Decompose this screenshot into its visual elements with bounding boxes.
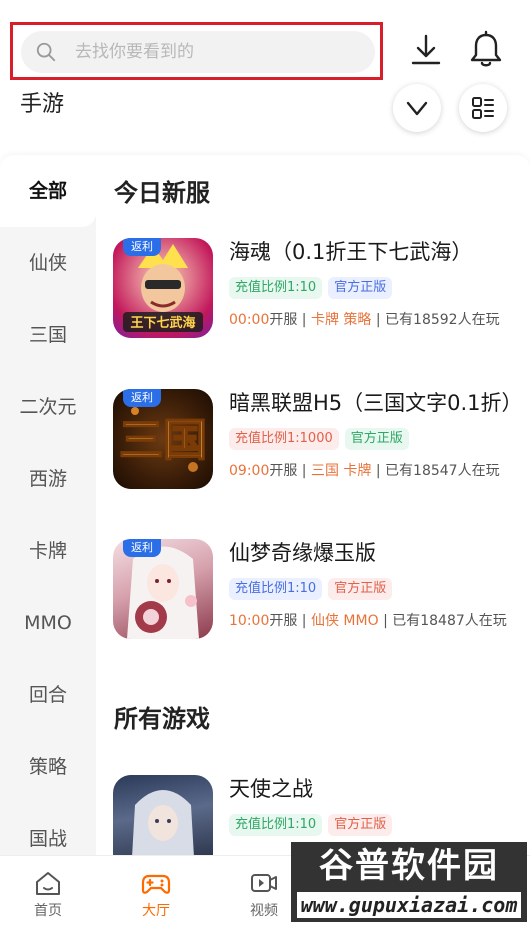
- open-time: 10:00: [229, 613, 270, 629]
- recharge-ratio-tag: 充值比例1:1000: [229, 428, 339, 450]
- game-thumbnail: [113, 775, 213, 855]
- open-suffix: 开服 |: [269, 463, 311, 479]
- recharge-ratio-tag: 充值比例1:10: [229, 277, 323, 299]
- open-suffix: 开服 |: [269, 613, 311, 629]
- main-panel: 全部 仙侠 三国 二次元 西游 卡牌 MMO 回合 策略 国战 今日新服 王下七…: [0, 155, 530, 855]
- game-genres: 三国 卡牌: [310, 463, 372, 479]
- game-genres: 卡牌 策略: [310, 312, 372, 328]
- open-time: 09:00: [229, 463, 270, 479]
- game-tags: 充值比例1:1000 官方正版: [229, 427, 415, 450]
- game-name: 天使之战: [229, 777, 313, 801]
- download-icon[interactable]: [408, 32, 444, 68]
- search-icon: [36, 42, 56, 62]
- nav-video-label: 视频: [250, 903, 278, 919]
- nav-home-label: 首页: [34, 903, 62, 919]
- search-highlight-box: 去找你要看到的: [10, 22, 383, 80]
- home-icon: [36, 872, 60, 895]
- game-content: 今日新服 王下七武海 返利 海魂（0.1折王下七武海） 充值比例1:10 官方正版: [96, 155, 530, 855]
- search-input[interactable]: 去找你要看到的: [21, 31, 375, 73]
- official-tag: 官方正版: [328, 277, 393, 299]
- game-card[interactable]: 王下七武海 返利 海魂（0.1折王下七武海） 充值比例1:10 官方正版 00:0…: [113, 238, 530, 342]
- recharge-ratio-tag: 充值比例1:10: [229, 814, 323, 836]
- sidebar-item-xiyou[interactable]: 西游: [0, 443, 96, 515]
- recharge-ratio-tag: 充值比例1:10: [229, 578, 323, 600]
- sidebar-item-all[interactable]: 全部: [0, 155, 96, 227]
- game-name: 暗黑联盟H5（三国文字0.1折）: [229, 391, 523, 415]
- sidebar-item-strategy[interactable]: 策略: [0, 731, 96, 803]
- gamepad-icon: [141, 874, 171, 894]
- player-count: | 已有18547人在玩: [371, 463, 500, 479]
- game-name: 仙梦奇缘爆玉版: [229, 541, 376, 565]
- list-grid-icon: [472, 97, 494, 119]
- svg-text:三国: 三国: [119, 415, 207, 466]
- game-meta: 09:00开服 | 三国 卡牌 | 已有18547人在玩: [229, 461, 500, 481]
- nav-video[interactable]: 视频: [234, 864, 294, 920]
- rebate-badge: 返利: [123, 238, 161, 256]
- watermark: 谷普软件园 www.gupuxiazai.com: [291, 842, 527, 922]
- game-tags: 充值比例1:10 官方正版: [229, 577, 398, 600]
- sidebar-item-card[interactable]: 卡牌: [0, 515, 96, 587]
- nav-hall[interactable]: 大厅: [126, 864, 186, 920]
- header: 去找你要看到的 手游: [0, 0, 530, 150]
- game-thumbnail: 返利: [113, 539, 213, 639]
- player-count: | 已有18487人在玩: [378, 613, 507, 629]
- chevron-down-icon: [406, 101, 428, 116]
- svg-text:王下七武海: 王下七武海: [130, 315, 195, 331]
- sidebar-item-mmo[interactable]: MMO: [0, 587, 96, 659]
- bell-icon[interactable]: [466, 30, 506, 70]
- open-time: 00:00: [229, 312, 270, 328]
- rebate-badge: 返利: [123, 539, 161, 557]
- game-tags: 充值比例1:10 官方正版: [229, 276, 398, 299]
- game-meta: 00:00开服 | 卡牌 策略 | 已有18592人在玩: [229, 310, 500, 330]
- sidebar-item-turn-based[interactable]: 回合: [0, 659, 96, 731]
- sidebar-item-sanguo[interactable]: 三国: [0, 299, 96, 371]
- nav-home[interactable]: 首页: [18, 864, 78, 920]
- section-title-new-servers: 今日新服: [114, 179, 210, 207]
- rebate-badge: 返利: [123, 389, 161, 407]
- official-tag: 官方正版: [328, 578, 393, 600]
- nav-hall-label: 大厅: [142, 903, 170, 919]
- sidebar-item-anime[interactable]: 二次元: [0, 371, 96, 443]
- search-placeholder: 去找你要看到的: [75, 42, 194, 62]
- sidebar-item-xianxia[interactable]: 仙侠: [0, 227, 96, 299]
- game-card[interactable]: 三国 返利 暗黑联盟H5（三国文字0.1折） 充值比例1:1000 官方正版 09…: [113, 389, 530, 493]
- video-icon: [251, 874, 277, 892]
- game-name: 海魂（0.1折王下七武海）: [229, 240, 473, 264]
- official-tag: 官方正版: [328, 814, 393, 836]
- game-tags: 充值比例1:10 官方正版: [229, 813, 398, 836]
- game-meta: 10:00开服 | 仙侠 MMO | 已有18487人在玩: [229, 611, 507, 631]
- expand-button[interactable]: [393, 84, 441, 132]
- game-thumbnail: 王下七武海 返利: [113, 238, 213, 338]
- watermark-url: www.gupuxiazai.com: [297, 892, 521, 918]
- layout-toggle-button[interactable]: [459, 84, 507, 132]
- game-genres: 仙侠 MMO: [310, 613, 379, 629]
- open-suffix: 开服 |: [269, 312, 311, 328]
- category-sidebar: 全部 仙侠 三国 二次元 西游 卡牌 MMO 回合 策略 国战: [0, 155, 96, 855]
- section-title-all-games: 所有游戏: [114, 705, 210, 733]
- game-art-angel: [132, 790, 194, 855]
- game-card[interactable]: 返利 仙梦奇缘爆玉版 充值比例1:10 官方正版 10:00开服 | 仙侠 MMO…: [113, 539, 530, 643]
- page-title: 手游: [20, 92, 65, 117]
- player-count: | 已有18592人在玩: [371, 312, 500, 328]
- watermark-title: 谷普软件园: [319, 846, 499, 886]
- sidebar-item-nation-war[interactable]: 国战: [0, 803, 96, 855]
- official-tag: 官方正版: [344, 428, 409, 450]
- game-thumbnail: 三国 返利: [113, 389, 213, 489]
